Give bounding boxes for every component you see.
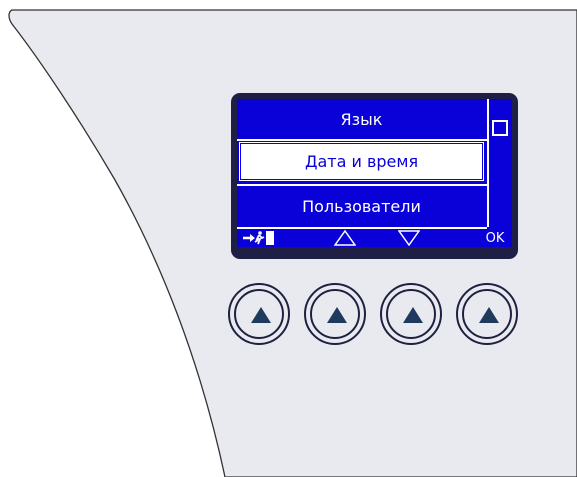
ok-label: OK xyxy=(485,230,505,246)
triangle-up-filled-icon xyxy=(479,307,499,323)
softkey-bar: OK xyxy=(237,229,512,247)
triangle-up-filled-icon xyxy=(327,307,347,323)
menu-divider xyxy=(237,184,487,186)
hardware-button-2[interactable] xyxy=(304,283,366,345)
menu-item-date-time[interactable]: Дата и время xyxy=(239,142,484,181)
triangle-up-filled-icon xyxy=(403,307,423,323)
device-panel: Язык Дата и время Пользователи OK xyxy=(0,0,577,477)
menu-divider xyxy=(237,139,487,141)
triangle-up-outline-icon[interactable] xyxy=(333,229,357,247)
triangle-up-filled-icon xyxy=(251,307,271,323)
scrollbar-track xyxy=(487,99,489,227)
lcd-display: Язык Дата и время Пользователи OK xyxy=(231,93,518,259)
ok-softkey[interactable]: OK xyxy=(480,229,510,247)
lcd-screen: Язык Дата и время Пользователи OK xyxy=(237,99,512,247)
scroll-thumb-square-icon[interactable] xyxy=(492,120,508,136)
menu-item-label: Дата и время xyxy=(304,152,419,171)
triangle-down-outline-icon[interactable] xyxy=(397,229,421,247)
menu-item-label: Язык xyxy=(340,110,383,129)
menu-item-label: Пользователи xyxy=(302,197,421,216)
hardware-button-4[interactable] xyxy=(456,283,518,345)
menu-item-users[interactable]: Пользователи xyxy=(237,188,486,225)
exit-running-man-icon[interactable] xyxy=(240,229,280,247)
menu-item-language[interactable]: Язык xyxy=(237,101,486,138)
hardware-button-1[interactable] xyxy=(228,283,290,345)
hardware-button-3[interactable] xyxy=(380,283,442,345)
